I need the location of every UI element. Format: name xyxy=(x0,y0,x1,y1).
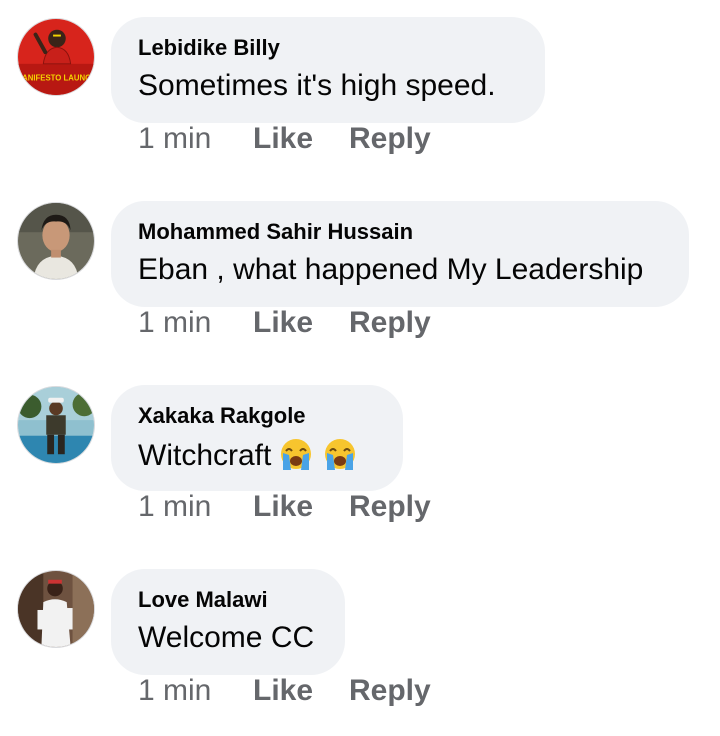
comment-timestamp[interactable]: 1 min xyxy=(138,122,211,156)
crying-face-emoji xyxy=(277,437,315,479)
comment-text: Eban , what happened My Leadership xyxy=(138,253,644,286)
comment-bubble: Lebidike Billy Sometimes it's high speed… xyxy=(111,17,545,123)
comment-author[interactable]: Love Malawi xyxy=(138,587,268,613)
comment-bubble: Xakaka Rakgole Witchcraft xyxy=(111,385,403,491)
reply-button[interactable]: Reply xyxy=(349,306,431,340)
comment-author[interactable]: Xakaka Rakgole xyxy=(138,403,306,429)
comment-item: Love Malawi Welcome CC 1 min Like Reply xyxy=(0,552,720,736)
comment-text: Sometimes it's high speed. xyxy=(138,69,496,102)
like-button[interactable]: Like xyxy=(253,306,313,340)
comment-timestamp[interactable]: 1 min xyxy=(138,674,211,708)
comment-bubble: Love Malawi Welcome CC xyxy=(111,569,345,675)
like-button[interactable]: Like xyxy=(253,490,313,524)
crying-face-emoji xyxy=(321,437,359,479)
like-button[interactable]: Like xyxy=(253,674,313,708)
comment-item: MANIFESTO LAUNCH Lebidike Billy Sometime… xyxy=(0,0,720,184)
avatar[interactable]: MANIFESTO LAUNCH xyxy=(17,18,95,96)
comment-item: Xakaka Rakgole Witchcraft 1 min Like Rep… xyxy=(0,368,720,552)
comment-item: Mohammed Sahir Hussain Eban , what happe… xyxy=(0,184,720,368)
reply-button[interactable]: Reply xyxy=(349,674,431,708)
comment-text: Witchcraft xyxy=(138,437,359,479)
reply-button[interactable]: Reply xyxy=(349,490,431,524)
like-button[interactable]: Like xyxy=(253,122,313,156)
avatar[interactable] xyxy=(17,570,95,648)
reply-button[interactable]: Reply xyxy=(349,122,431,156)
comment-bubble: Mohammed Sahir Hussain Eban , what happe… xyxy=(111,201,689,307)
comment-text: Welcome CC xyxy=(138,621,315,654)
comment-timestamp[interactable]: 1 min xyxy=(138,490,211,524)
avatar[interactable] xyxy=(17,386,95,464)
comment-text-content: Witchcraft xyxy=(138,439,272,472)
comment-author[interactable]: Mohammed Sahir Hussain xyxy=(138,219,413,245)
comment-author[interactable]: Lebidike Billy xyxy=(138,35,280,61)
svg-text:MANIFESTO LAUNCH: MANIFESTO LAUNCH xyxy=(18,73,94,82)
avatar[interactable] xyxy=(17,202,95,280)
comment-timestamp[interactable]: 1 min xyxy=(138,306,211,340)
